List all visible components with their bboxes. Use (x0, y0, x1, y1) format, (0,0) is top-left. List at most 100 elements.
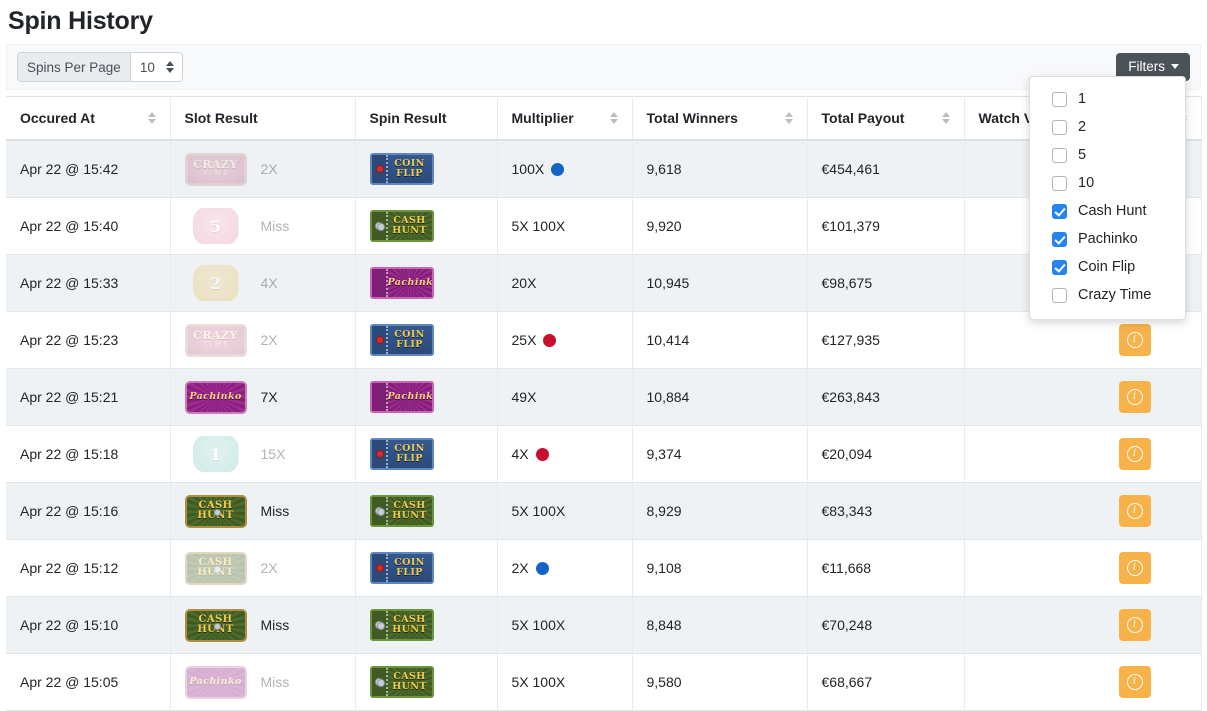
cell-total-payout: €20,094 (807, 425, 965, 483)
spin-result-ticket-icon: COIN FLIP (369, 153, 434, 185)
cell-watch-video: i (964, 596, 1202, 654)
slot-result-value: Miss (260, 617, 290, 633)
filter-checkbox[interactable] (1052, 203, 1067, 219)
filter-checkbox[interactable] (1052, 175, 1067, 191)
filter-checkbox[interactable] (1052, 147, 1067, 163)
cell-total-payout: €70,248 (807, 596, 965, 654)
cell-multiplier: 5X 100X (497, 197, 633, 255)
cell-occured-at: Apr 22 @ 15:21 (6, 368, 171, 426)
filter-checkbox[interactable] (1052, 91, 1067, 107)
total-payout-value: €263,843 (821, 389, 880, 405)
cell-slot-result: 2 4X (170, 254, 356, 312)
filter-option-2[interactable]: 2 (1030, 113, 1185, 141)
filter-checkbox[interactable] (1052, 119, 1067, 135)
filter-option-cash-hunt[interactable]: Cash Hunt (1030, 197, 1185, 225)
filters-dropdown-menu[interactable]: 1 2 5 10 Cash Hunt Pachinko Coin Flip Crazy Tim… (1029, 76, 1186, 320)
sort-arrows-icon[interactable] (147, 112, 156, 124)
watch-video-button[interactable]: i (1118, 552, 1151, 584)
cell-total-winners: 9,580 (632, 653, 808, 711)
filter-checkbox[interactable] (1052, 231, 1067, 247)
sort-arrows-icon[interactable] (609, 112, 618, 124)
spin-result-ticket-icon: COIN FLIP (369, 552, 434, 584)
total-payout-value: €70,248 (821, 617, 873, 633)
multiplier-red-dot-icon (543, 333, 557, 347)
filter-checkbox[interactable] (1052, 287, 1067, 303)
slot-result-value: 2X (260, 560, 278, 576)
filter-option-label: Coin Flip (1078, 259, 1136, 275)
watch-video-button[interactable]: i (1118, 495, 1151, 527)
info-icon: i (1126, 446, 1143, 462)
filter-option-label: Pachinko (1078, 231, 1138, 247)
total-winners-value: 10,884 (646, 389, 690, 405)
spin-history-table-wrap: Occured At Slot Result Spin Result Multipli… (6, 96, 1202, 711)
total-winners-value: 9,108 (646, 560, 682, 576)
info-icon: i (1126, 503, 1143, 519)
total-winners-value: 9,618 (646, 161, 682, 177)
sort-arrows-icon[interactable] (941, 112, 950, 124)
multiplier-value: 2X (511, 560, 529, 576)
spin-result-ticket-icon: CASH HUNT (369, 495, 434, 527)
cell-total-winners: 9,374 (632, 425, 808, 483)
column-header-label: Total Payout (821, 110, 905, 126)
column-header-multiplier[interactable]: Multiplier (497, 96, 633, 141)
info-icon: i (1126, 674, 1143, 690)
cell-spin-result: COIN FLIP (355, 539, 498, 597)
spins-per-page-select[interactable]: 10 (130, 53, 182, 81)
slot-result-value: Miss (260, 218, 290, 234)
table-row: Apr 22 @ 15:33 2 4X Pachinko 20X 10,945 €98,67… (6, 254, 1202, 312)
cell-total-winners: 10,945 (632, 254, 808, 312)
watch-video-button[interactable]: i (1118, 381, 1151, 413)
column-header-occured-at[interactable]: Occured At (6, 96, 171, 141)
watch-video-button[interactable]: i (1118, 438, 1151, 470)
sort-arrows-icon[interactable] (784, 112, 793, 124)
filter-option-label: Crazy Time (1078, 287, 1152, 303)
watch-video-button[interactable]: i (1118, 324, 1151, 356)
spins-per-page-value: 10 (139, 59, 155, 75)
stepper-arrows-icon[interactable] (165, 61, 174, 73)
filter-option-5[interactable]: 5 (1030, 141, 1185, 169)
cell-occured-at: Apr 22 @ 15:16 (6, 482, 171, 540)
watch-video-button[interactable]: i (1118, 666, 1151, 698)
cell-slot-result: 5 Miss (170, 197, 356, 255)
column-header-label: Occured At (20, 110, 95, 126)
spins-per-page-group[interactable]: Spins Per Page 10 (17, 52, 183, 82)
cell-total-winners: 9,920 (632, 197, 808, 255)
watch-video-button[interactable]: i (1118, 609, 1151, 641)
slot-result-value: 2X (260, 161, 278, 177)
slot-result-value: 4X (260, 275, 278, 291)
table-head: Occured At Slot Result Spin Result Multipli… (6, 96, 1202, 141)
cell-spin-result: COIN FLIP (355, 140, 498, 198)
occured-at-value: Apr 22 @ 15:40 (20, 218, 119, 234)
total-winners-value: 10,945 (646, 275, 690, 291)
cell-slot-result: 1 15X (170, 425, 356, 483)
column-header-total-winners[interactable]: Total Winners (632, 96, 808, 141)
spin-result-ticket-icon: Pachinko (369, 267, 434, 299)
cell-total-payout: €101,379 (807, 197, 965, 255)
filter-option-10[interactable]: 10 (1030, 169, 1185, 197)
slot-result-icon: 5 (185, 208, 247, 244)
cell-total-payout: €127,935 (807, 311, 965, 369)
filter-option-coin-flip[interactable]: Coin Flip (1030, 253, 1185, 281)
filter-option-crazy-time[interactable]: Crazy Time (1030, 281, 1185, 309)
table-row: Apr 22 @ 15:12 CASH HUNT 2X COIN FLIP 2X 9,108 €… (6, 539, 1202, 597)
column-header-label: Multiplier (511, 110, 574, 126)
filter-option-pachinko[interactable]: Pachinko (1030, 225, 1185, 253)
multiplier-value: 5X 100X (511, 218, 566, 234)
cell-slot-result: CASH HUNT 2X (170, 539, 356, 597)
column-header-spin-result: Spin Result (355, 96, 498, 141)
table-row: Apr 22 @ 15:16 CASH HUNT Miss CASH HUNT 5X 100… (6, 482, 1202, 540)
cell-total-winners: 9,108 (632, 539, 808, 597)
multiplier-value: 5X 100X (511, 674, 566, 690)
slot-result-icon: CASH HUNT (184, 493, 247, 529)
column-header-total-payout[interactable]: Total Payout (807, 96, 965, 141)
cell-spin-result: CASH HUNT (355, 596, 498, 654)
occured-at-value: Apr 22 @ 15:05 (20, 674, 119, 690)
filter-checkbox[interactable] (1052, 259, 1067, 275)
multiplier-value: 5X 100X (511, 503, 566, 519)
occured-at-value: Apr 22 @ 15:10 (20, 617, 119, 633)
multiplier-value: 20X (511, 275, 537, 291)
multiplier-value: 4X (511, 446, 529, 462)
filter-option-1[interactable]: 1 (1030, 85, 1185, 113)
slot-result-value: 7X (260, 389, 278, 405)
cell-total-payout: €98,675 (807, 254, 965, 312)
